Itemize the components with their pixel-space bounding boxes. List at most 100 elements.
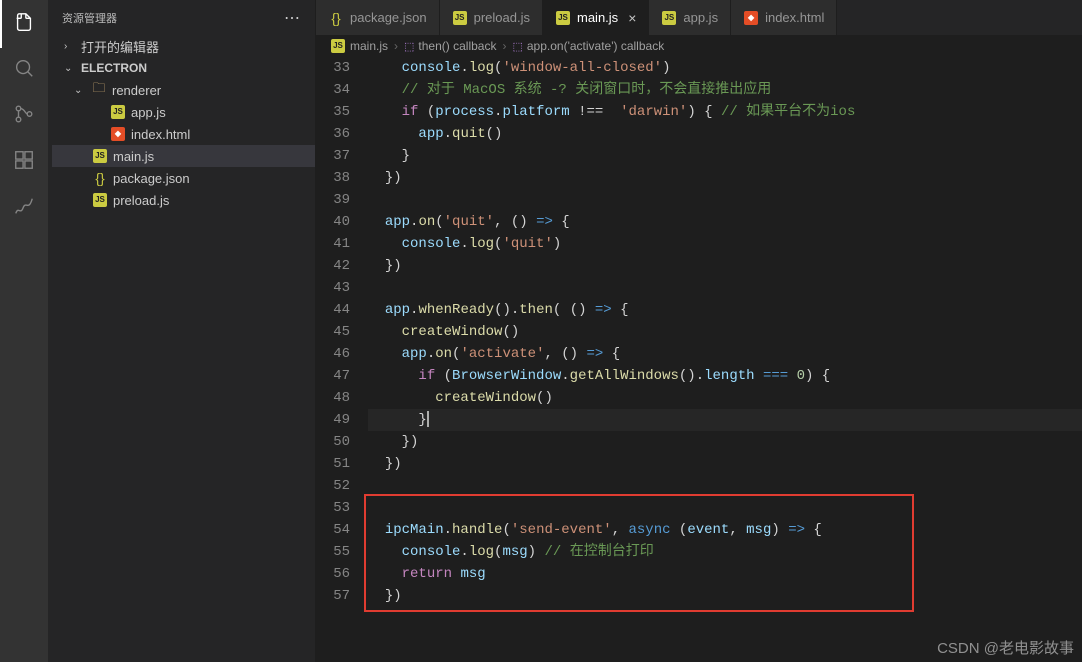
line-number: 56 bbox=[316, 563, 350, 585]
code-line[interactable]: ipcMain.handle('send-event', async (even… bbox=[368, 519, 1082, 541]
tab-preload-js[interactable]: JSpreload.js× bbox=[440, 0, 543, 35]
line-number: 55 bbox=[316, 541, 350, 563]
code-line[interactable]: }) bbox=[368, 585, 1082, 607]
sidebar-more-icon[interactable]: ⋯ bbox=[284, 8, 301, 28]
folder-renderer[interactable]: ⌄ 🗀 renderer bbox=[52, 79, 315, 101]
tab-label: main.js bbox=[577, 10, 618, 25]
line-number: 38 bbox=[316, 167, 350, 189]
chevron-right-icon: › bbox=[500, 39, 508, 53]
line-number: 46 bbox=[316, 343, 350, 365]
json-file-icon: {} bbox=[92, 170, 108, 186]
code-line[interactable]: }) bbox=[368, 453, 1082, 475]
line-number: 43 bbox=[316, 277, 350, 299]
code-line[interactable]: if (process.platform !== 'darwin') { // … bbox=[368, 101, 1082, 123]
root-folder-label: ELECTRON bbox=[81, 61, 147, 75]
tab-label: index.html bbox=[765, 10, 824, 25]
activity-explorer-icon[interactable] bbox=[10, 8, 38, 36]
code-line[interactable]: }) bbox=[368, 255, 1082, 277]
breadcrumb-item[interactable]: main.js bbox=[350, 39, 388, 53]
activity-search-icon[interactable] bbox=[10, 54, 38, 82]
line-number: 35 bbox=[316, 101, 350, 123]
code-line[interactable]: return msg bbox=[368, 563, 1082, 585]
line-number: 47 bbox=[316, 365, 350, 387]
file-label: index.html bbox=[131, 127, 190, 142]
code-line[interactable] bbox=[368, 189, 1082, 211]
file-label: main.js bbox=[113, 149, 154, 164]
breadcrumb-item[interactable]: app.on('activate') callback bbox=[527, 39, 664, 53]
line-number: 53 bbox=[316, 497, 350, 519]
chevron-down-icon: ⌄ bbox=[74, 85, 86, 96]
folder-open-icon: 🗀 bbox=[91, 82, 107, 98]
file-main-js[interactable]: JS main.js bbox=[52, 145, 315, 167]
js-file-icon: JS bbox=[662, 11, 676, 25]
editor-tabs: {}package.json×JSpreload.js×JSmain.js×JS… bbox=[316, 0, 1082, 35]
open-editors-label: 打开的编辑器 bbox=[81, 37, 159, 56]
code-line[interactable]: console.log(msg) // 在控制台打印 bbox=[368, 541, 1082, 563]
code-line[interactable] bbox=[368, 277, 1082, 299]
line-number: 39 bbox=[316, 189, 350, 211]
file-label: package.json bbox=[113, 171, 190, 186]
chevron-right-icon: › bbox=[392, 39, 400, 53]
folder-name: renderer bbox=[112, 83, 161, 98]
code-line[interactable]: app.on('quit', () => { bbox=[368, 211, 1082, 233]
line-number: 42 bbox=[316, 255, 350, 277]
line-number: 34 bbox=[316, 79, 350, 101]
tab-label: package.json bbox=[350, 10, 427, 25]
line-number: 41 bbox=[316, 233, 350, 255]
file-package-json[interactable]: {} package.json bbox=[52, 167, 315, 189]
code-line[interactable]: console.log('quit') bbox=[368, 233, 1082, 255]
code-line[interactable]: }) bbox=[368, 431, 1082, 453]
line-number: 48 bbox=[316, 387, 350, 409]
html-file-icon: ◆ bbox=[744, 11, 758, 25]
code-line[interactable]: app.on('activate', () => { bbox=[368, 343, 1082, 365]
symbol-method-icon: ⬚ bbox=[512, 40, 522, 53]
chevron-right-icon: › bbox=[64, 41, 76, 52]
tab-package-json[interactable]: {}package.json× bbox=[316, 0, 440, 35]
breadcrumb-item[interactable]: then() callback bbox=[418, 39, 496, 53]
activity-graph-icon[interactable] bbox=[10, 192, 38, 220]
activity-extensions-icon[interactable] bbox=[10, 146, 38, 174]
symbol-method-icon: ⬚ bbox=[404, 40, 414, 53]
activity-scm-icon[interactable] bbox=[10, 100, 38, 128]
json-file-icon: {} bbox=[328, 10, 344, 26]
code-line[interactable]: } bbox=[368, 145, 1082, 167]
file-preload-js[interactable]: JS preload.js bbox=[52, 189, 315, 211]
js-file-icon: JS bbox=[93, 149, 107, 163]
code-line[interactable]: if (BrowserWindow.getAllWindows().length… bbox=[368, 365, 1082, 387]
file-index-html[interactable]: ◆ index.html bbox=[52, 123, 315, 145]
code-line[interactable]: app.quit() bbox=[368, 123, 1082, 145]
code-line[interactable]: createWindow() bbox=[368, 387, 1082, 409]
code-line[interactable]: app.whenReady().then( () => { bbox=[368, 299, 1082, 321]
code-line[interactable]: } bbox=[368, 409, 1082, 431]
code-line[interactable]: // 对于 MacOS 系统 -? 关闭窗口时，不会直接推出应用 bbox=[368, 79, 1082, 101]
code-editor[interactable]: 3334353637383940414243444546474849505152… bbox=[316, 57, 1082, 662]
code-line[interactable]: console.log('window-all-closed') bbox=[368, 57, 1082, 79]
tab-main-js[interactable]: JSmain.js× bbox=[543, 0, 649, 35]
line-number: 33 bbox=[316, 57, 350, 79]
line-number: 54 bbox=[316, 519, 350, 541]
file-app-js[interactable]: JS app.js bbox=[52, 101, 315, 123]
tab-label: preload.js bbox=[474, 10, 530, 25]
chevron-down-icon: ⌄ bbox=[64, 63, 76, 74]
root-folder[interactable]: ⌄ ELECTRON bbox=[52, 57, 315, 79]
line-number: 50 bbox=[316, 431, 350, 453]
code-line[interactable]: }) bbox=[368, 167, 1082, 189]
tab-index-html[interactable]: ◆index.html× bbox=[731, 0, 837, 35]
line-number: 45 bbox=[316, 321, 350, 343]
code-line[interactable] bbox=[368, 475, 1082, 497]
tab-app-js[interactable]: JSapp.js× bbox=[649, 0, 731, 35]
line-number: 44 bbox=[316, 299, 350, 321]
open-editors-section[interactable]: › 打开的编辑器 bbox=[52, 35, 315, 57]
line-number: 40 bbox=[316, 211, 350, 233]
file-label: app.js bbox=[131, 105, 166, 120]
close-icon[interactable]: × bbox=[628, 10, 636, 26]
code-line[interactable] bbox=[368, 497, 1082, 519]
breadcrumbs[interactable]: JS main.js › ⬚ then() callback › ⬚ app.on('a… bbox=[316, 35, 1082, 57]
text-cursor bbox=[427, 411, 429, 427]
js-file-icon: JS bbox=[331, 39, 345, 53]
code-line[interactable]: createWindow() bbox=[368, 321, 1082, 343]
js-file-icon: JS bbox=[111, 105, 125, 119]
html-file-icon: ◆ bbox=[111, 127, 125, 141]
js-file-icon: JS bbox=[93, 193, 107, 207]
tab-label: app.js bbox=[683, 10, 718, 25]
